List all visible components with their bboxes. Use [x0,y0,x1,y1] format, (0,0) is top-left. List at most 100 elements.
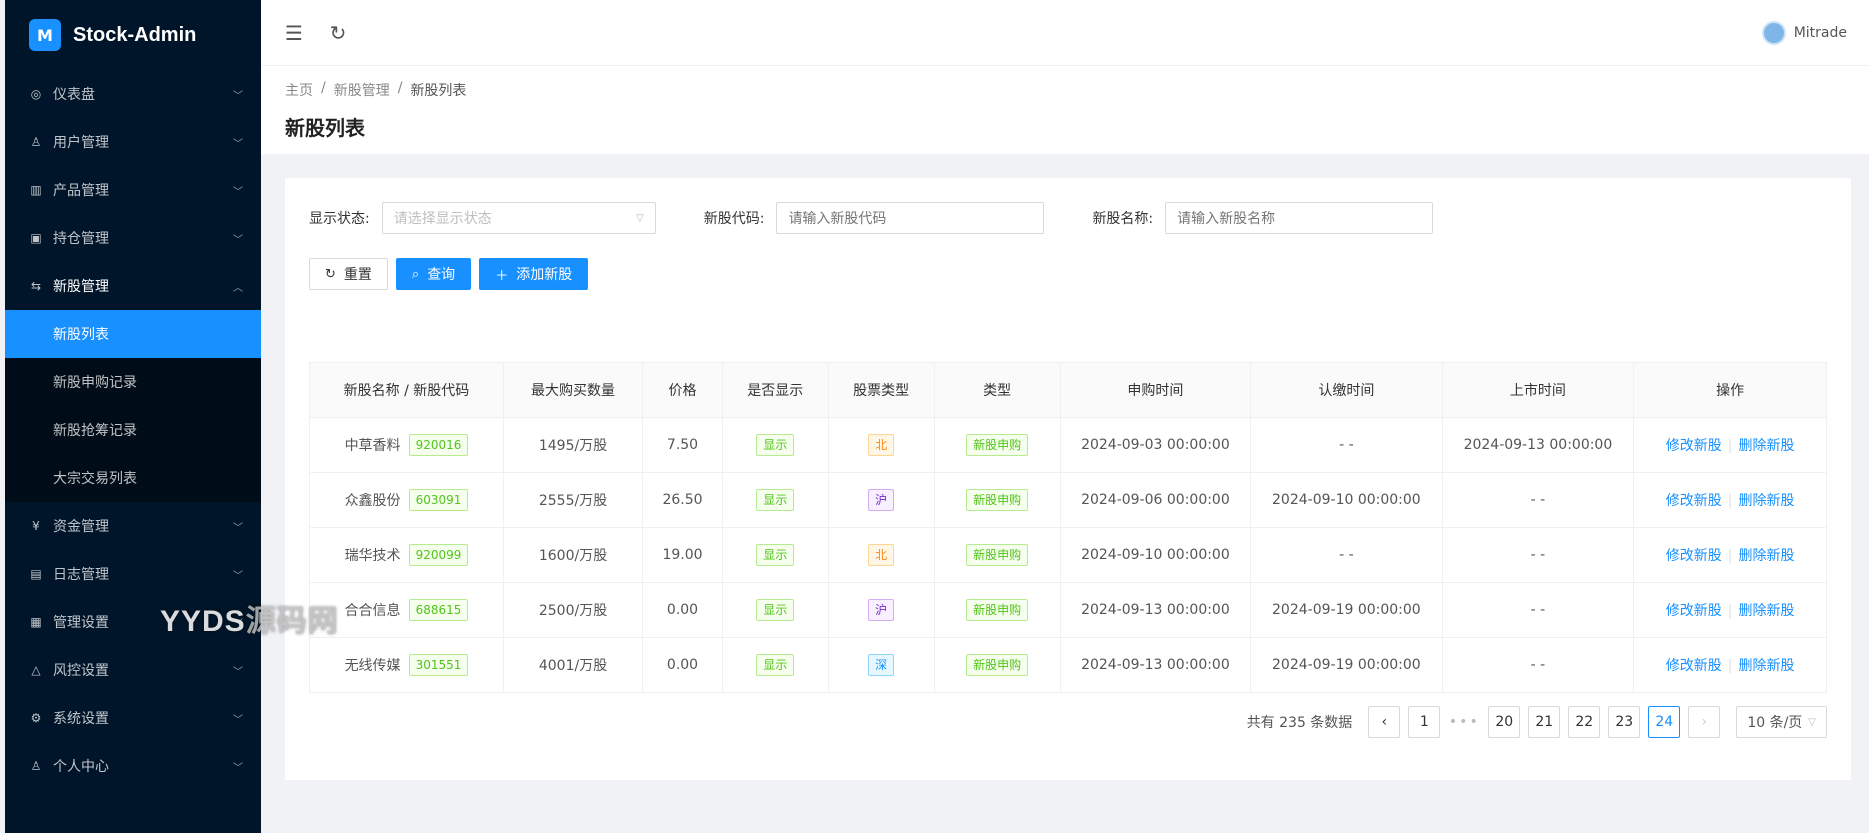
log-icon: ▤ [30,567,42,581]
breadcrumb-home[interactable]: 主页 [285,80,313,100]
page-24-current[interactable]: 24 [1648,706,1681,738]
payment-time-cell: - - [1250,417,1443,473]
chevron-down-icon: ﹀ [233,90,243,102]
submenu-item-3[interactable]: 大宗交易列表 [5,454,261,502]
display-status-cell: 显示 [722,527,829,583]
query-button[interactable]: ⌕ 查询 [395,258,472,290]
admin-settings-icon: ▦ [30,615,42,629]
sidebar-item-label: 风控设置 [53,663,109,679]
delete-ipo-link[interactable]: 删除新股 [1738,548,1794,564]
status-select-placeholder: 请选择显示状态 [393,211,492,227]
market-tag: 沪 [868,599,895,621]
name-input[interactable] [1165,202,1434,234]
delete-ipo-link[interactable]: 删除新股 [1738,493,1794,509]
payment-time-cell: 2024-09-19 00:00:00 [1250,582,1443,638]
price-cell: 19.00 [642,527,723,583]
sidebar-item-10[interactable]: ♙ 个人中心 ﹀ [5,742,261,790]
gear-icon: ⚙ [30,711,42,725]
breadcrumb: 主页 / 新股管理 / 新股列表 [285,80,1845,100]
prev-page-button[interactable]: ‹ [1368,706,1401,738]
sidebar-item-5[interactable]: ¥ 资金管理 ﹀ [5,502,261,550]
listing-time-cell: 2024-09-13 00:00:00 [1442,417,1635,473]
page-20[interactable]: 20 [1488,706,1521,738]
action-divider: | [1727,603,1733,619]
submenu-item-1[interactable]: 新股申购记录 [5,358,261,406]
submenu-item-2[interactable]: 新股抢筹记录 [5,406,261,454]
add-ipo-button[interactable]: ＋ 添加新股 [479,258,589,290]
sidebar-item-label: 持仓管理 [53,231,109,247]
edit-ipo-link[interactable]: 修改新股 [1666,493,1722,509]
apply-time-cell: 2024-09-06 00:00:00 [1060,472,1252,528]
edit-ipo-link[interactable]: 修改新股 [1666,438,1722,454]
sidebar-item-label: 资金管理 [53,519,109,535]
sidebar-item-2[interactable]: ▥ 产品管理 ﹀ [5,166,261,214]
column-header: 上市时间 [1442,362,1635,418]
ipo-table: 新股名称 / 新股代码 最大购买数量 价格 是否显示 股票类型 类型 申购时间 认缴时间 上市时… [309,362,1827,693]
stock-code-tag: 603091 [408,489,469,511]
sidebar-item-3[interactable]: ▣ 持仓管理 ﹀ [5,214,261,262]
action-divider: | [1727,493,1733,509]
name-code-cell: 瑞华技术 920099 [309,527,504,583]
type-tag: 新股申购 [966,599,1029,621]
table-body: 中草香料 920016 1495/万股 7.50 显示北新股申购 2024-09-03 0… [309,417,1827,693]
sidebar-item-label: 仪表盘 [53,87,95,103]
apply-time-cell: 2024-09-10 00:00:00 [1060,527,1252,583]
app-logo[interactable]: M Stock-Admin [5,0,261,70]
listing-time-cell: - - [1442,582,1635,638]
chevron-down-icon: ﹀ [233,138,243,150]
type-tag: 新股申购 [966,654,1029,676]
sidebar-item-8[interactable]: △ 风控设置 ﹀ [5,646,261,694]
stock-name: 合合信息 [344,603,401,619]
breadcrumb-separator: / [397,80,403,96]
page-ellipsis[interactable]: ••• [1448,714,1480,730]
breadcrumb-separator: / [321,80,326,96]
refresh-icon[interactable]: ↻ [327,21,349,45]
sidebar-item-6[interactable]: ▤ 日志管理 ﹀ [5,550,261,598]
code-input[interactable] [776,202,1045,234]
page-size-select[interactable]: 10 条/页 ▽ [1736,706,1827,738]
delete-ipo-link[interactable]: 删除新股 [1738,658,1794,674]
sidebar-item-label: 产品管理 [53,183,109,199]
table-row: 瑞华技术 920099 1600/万股 19.00 显示 北 新股申购 2024-09-10 … [309,527,1827,583]
reset-button[interactable]: ↻ 重置 [309,258,388,290]
action-divider: | [1727,438,1733,454]
edit-ipo-link[interactable]: 修改新股 [1666,548,1722,564]
name-code-wrap: 无线传媒 301551 [310,654,503,676]
price-cell: 0.00 [642,582,723,638]
edit-ipo-link[interactable]: 修改新股 [1666,658,1722,674]
display-status-cell: 显示 [722,417,829,473]
page-22[interactable]: 22 [1568,706,1601,738]
actions-cell: 修改新股 | 删除新股 [1633,527,1827,583]
sidebar-item-0[interactable]: ◎ 仪表盘 ﹀ [5,70,261,118]
page-23[interactable]: 23 [1608,706,1641,738]
delete-ipo-link[interactable]: 删除新股 [1738,603,1794,619]
delete-ipo-link[interactable]: 删除新股 [1738,438,1794,454]
submenu-item-0[interactable]: 新股列表 [5,310,261,358]
apply-time-cell: 2024-09-13 00:00:00 [1060,637,1252,693]
edit-ipo-link[interactable]: 修改新股 [1666,603,1722,619]
max-quantity-cell: 4001/万股 [503,637,644,693]
price-cell: 7.50 [642,417,723,473]
breadcrumb-ipo-management[interactable]: 新股管理 [334,80,390,100]
stock-code-tag: 920099 [408,544,469,566]
chevron-up-icon: ︿ [233,282,243,294]
query-button-label: 查询 [427,267,456,283]
status-select[interactable]: 请选择显示状态 ▽ [381,202,656,234]
action-divider: | [1727,658,1733,674]
search-icon: ⌕ [411,266,420,282]
name-code-wrap: 中草香料 920016 [310,434,503,456]
menu-collapse-icon[interactable]: ☰ [283,21,305,45]
actions-cell: 修改新股 | 删除新股 [1633,472,1827,528]
table-row: 合合信息 688615 2500/万股 0.00 显示 沪 新股申购 2024-09-13 0… [309,582,1827,638]
action-buttons: ↻ 重置 ⌕ 查询 ＋ 添加新股 [309,258,1827,290]
action-divider: | [1727,548,1733,564]
sidebar-item-9[interactable]: ⚙ 系统设置 ﹀ [5,694,261,742]
sidebar-item-1[interactable]: ♙ 用户管理 ﹀ [5,118,261,166]
page-21[interactable]: 21 [1528,706,1561,738]
user-menu[interactable]: Mitrade [1761,20,1847,45]
page-1[interactable]: 1 [1408,706,1441,738]
display-status-cell: 显示 [722,637,829,693]
sidebar-item-4[interactable]: ⇆ 新股管理 ︿ [5,262,261,310]
next-page-button[interactable]: › [1688,706,1721,738]
column-header: 申购时间 [1060,362,1252,418]
